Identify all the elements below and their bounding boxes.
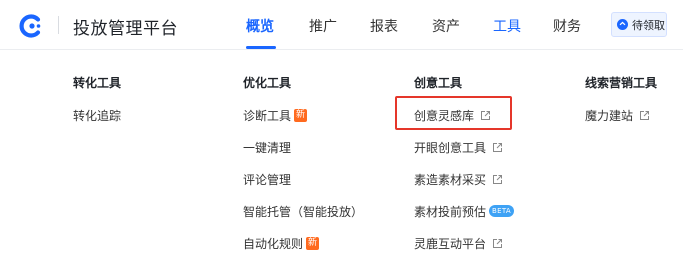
column-title-optimization-tools: 优化工具	[243, 76, 292, 90]
brand-logo-icon[interactable]	[18, 13, 44, 39]
menu-item-smart-hosting[interactable]: 智能托管（智能投放）	[243, 203, 363, 219]
external-link-icon	[640, 110, 650, 120]
menu-item-diagnosis-tool[interactable]: 诊断工具 新	[243, 107, 308, 123]
menu-item-label: 自动化规则	[243, 236, 304, 251]
menu-item-one-click-cleanup[interactable]: 一键清理	[243, 139, 291, 155]
nav-assets[interactable]: 资产	[432, 16, 460, 36]
nav-reports[interactable]: 报表	[370, 16, 398, 36]
menu-item-conversion-tracking[interactable]: 转化追踪	[73, 107, 121, 123]
external-link-icon	[481, 110, 491, 120]
menu-item-label: 素造素材采买	[414, 172, 487, 187]
menu-item-label: 魔力建站	[585, 108, 634, 123]
menu-item-label: 评论管理	[243, 172, 292, 187]
claim-icon	[617, 19, 628, 30]
nav-overview[interactable]: 概览	[246, 16, 274, 36]
menu-item-creative-inspiration-library[interactable]: 创意灵感库	[414, 107, 491, 123]
nav-tools[interactable]: 工具	[493, 16, 521, 36]
menu-item-label: 一键清理	[243, 140, 292, 155]
column-title-conversion-tools: 转化工具	[73, 76, 122, 90]
menu-item-material-pre-estimate[interactable]: 素材投前预估 BETA	[414, 203, 514, 219]
beta-badge: BETA	[489, 205, 514, 217]
nav-finance[interactable]: 财务	[553, 16, 581, 36]
menu-item-label: 灵鹿互动平台	[414, 236, 487, 251]
menu-item-label: 创意灵感库	[414, 108, 475, 123]
menu-item-label: 诊断工具	[243, 108, 292, 123]
menu-item-material-purchase[interactable]: 素造素材采买	[414, 171, 503, 187]
active-tab-indicator	[246, 46, 276, 49]
menu-item-label: 转化追踪	[73, 108, 122, 123]
pending-claim-button[interactable]: 待领取	[611, 12, 667, 37]
nav-promotion[interactable]: 推广	[309, 16, 337, 36]
new-badge: 新	[306, 236, 320, 250]
menu-item-comment-management[interactable]: 评论管理	[243, 171, 291, 187]
top-navigation-bar: 投放管理平台 概览 推广 报表 资产 工具 财务 待领取	[0, 0, 683, 50]
external-link-icon	[493, 174, 503, 184]
new-badge: 新	[294, 108, 308, 122]
menu-item-label: 素材投前预估	[414, 204, 487, 219]
app-title: 投放管理平台	[73, 19, 178, 39]
menu-item-automation-rules[interactable]: 自动化规则 新	[243, 235, 320, 251]
column-title-lead-marketing-tools: 线索营销工具	[585, 76, 658, 90]
menu-item-magic-site-builder[interactable]: 魔力建站	[585, 107, 650, 123]
logo-divider	[58, 16, 59, 34]
menu-item-linglu-interactive-platform[interactable]: 灵鹿互动平台	[414, 235, 503, 251]
menu-item-label: 智能托管（智能投放）	[243, 204, 364, 219]
menu-item-kaiyan-creative-tool[interactable]: 开眼创意工具	[414, 139, 503, 155]
menu-item-label: 开眼创意工具	[414, 140, 487, 155]
external-link-icon	[493, 238, 503, 248]
external-link-icon	[493, 142, 503, 152]
pending-claim-label: 待领取	[632, 18, 665, 32]
column-title-creative-tools: 创意工具	[414, 76, 463, 90]
